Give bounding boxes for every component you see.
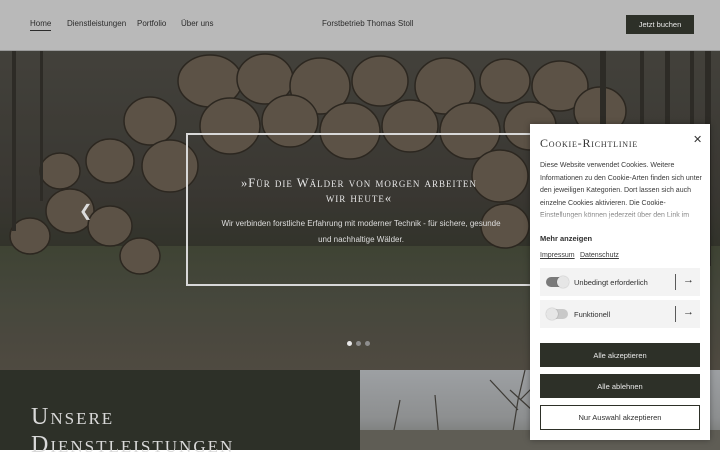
slider-dot-3[interactable] [365,341,370,346]
hero-quote-title-line2: wir heute« [325,191,393,205]
nav-portfolio[interactable]: Portfolio [137,19,166,28]
chevron-left-icon[interactable]: ❮ [79,201,92,221]
hero-quote-title: »Für die Wälder von morgen arbeiten wir … [188,176,530,206]
toggle-knob [546,308,558,320]
nav-home[interactable]: Home [30,19,52,31]
necessary-label: Unbedingt erforderlich [574,278,648,287]
hero-quote-title-line1: »Für die Wälder von morgen arbeiten [241,176,477,190]
necessary-toggle[interactable] [546,276,569,288]
functional-label: Funktionell [574,310,611,319]
datenschutz-link[interactable]: Datenschutz [580,252,619,259]
slider-dot-2[interactable] [356,341,361,346]
book-now-button[interactable]: Jetzt buchen [626,15,694,34]
cookie-category-necessary: Unbedingt erforderlich → [540,268,700,296]
nav-ueber-uns[interactable]: Über uns [181,19,213,28]
accept-selection-button[interactable]: Nur Auswahl akzeptieren [540,405,700,430]
services-heading-line1: Unsere [31,404,115,430]
nav-dienstleistungen[interactable]: Dienstleistungen [67,19,126,28]
row-divider [675,274,676,290]
arrow-right-icon[interactable]: → [683,306,694,318]
reject-all-button[interactable]: Alle ablehnen [540,374,700,398]
hero-quote-box: »Für die Wälder von morgen arbeiten wir … [186,133,532,286]
brand-name[interactable]: Forstbetrieb Thomas Stoll [322,19,413,28]
services-heading-line2: Dienstleistungen [31,432,235,458]
slider-dot-1[interactable] [347,341,352,346]
site-header: Home Dienstleistungen Portfolio Über uns… [0,0,720,51]
show-more-link[interactable]: Mehr anzeigen [540,234,592,243]
functional-toggle[interactable] [546,308,568,320]
arrow-right-icon[interactable]: → [683,274,694,286]
accept-all-button[interactable]: Alle akzeptieren [540,343,700,367]
cookie-category-functional: Funktionell → [540,300,700,328]
cookie-dialog-title: Cookie-Richtlinie [540,136,639,150]
slider-dots [347,333,374,351]
toggle-knob [557,276,569,288]
row-divider [675,306,676,322]
close-icon[interactable]: ✕ [693,133,702,146]
services-heading: Unsere Dienstleistungen [31,403,234,459]
services-section: Unsere Dienstleistungen [0,370,360,458]
cookie-description-fade [540,208,703,224]
cookie-dialog: Cookie-Richtlinie ✕ Diese Website verwen… [530,124,710,440]
hero-quote-text: Wir verbinden forstliche Erfahrung mit m… [221,219,501,244]
impressum-link[interactable]: Impressum [540,252,575,259]
